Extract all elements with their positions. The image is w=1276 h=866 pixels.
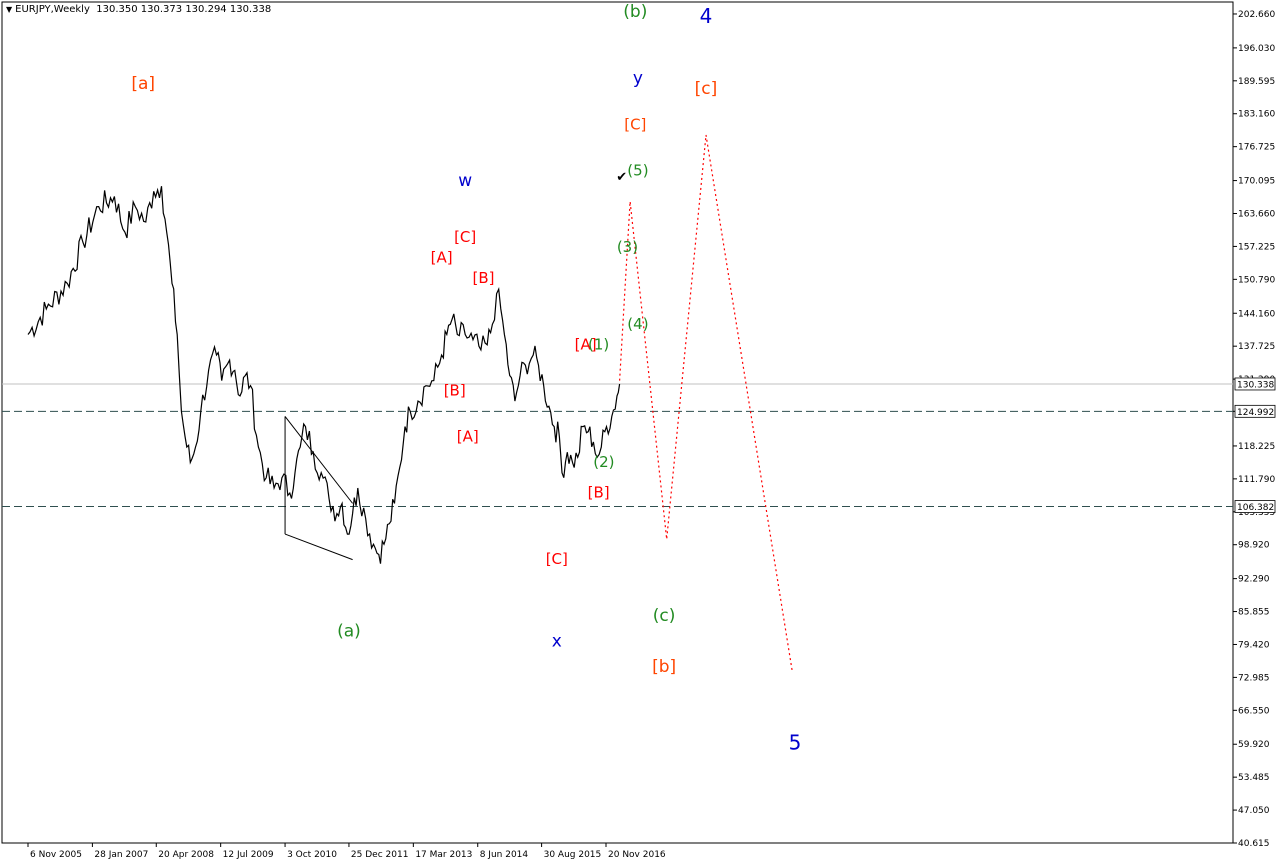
wave-label: [B] [472,269,494,287]
y-tick-label: 163.660 [1238,209,1275,219]
wave-label: (b) [623,2,647,22]
y-tick-label: 196.030 [1238,44,1275,54]
checkmark-icon: ✔ [616,170,627,185]
y-tick-label: 53.485 [1238,773,1270,783]
y-tick-label: 176.725 [1238,143,1275,153]
wave-label: 5 [789,730,802,754]
y-tick-label: 157.225 [1238,242,1275,252]
wave-label: [b] [652,657,676,677]
x-tick-label: 20 Apr 2008 [158,850,214,860]
x-tick-label: 20 Nov 2016 [608,850,666,860]
y-tick-label: 144.160 [1238,309,1275,319]
y-tick-label: 111.790 [1238,475,1275,485]
wave-label: [A] [457,427,479,445]
wave-label: (a) [337,621,361,641]
x-tick-label: 12 Jul 2009 [223,850,274,860]
wave-label: [A] [431,248,453,266]
y-tick-label: 98.920 [1238,541,1270,551]
y-tick-label: 189.595 [1238,77,1275,87]
x-tick-label: 25 Dec 2011 [351,850,409,860]
y-tick-label: 170.095 [1238,177,1275,187]
x-tick-label: 28 Jan 2007 [94,850,148,860]
y-tick-label: 85.855 [1238,608,1270,618]
y-tick-label: 137.725 [1238,342,1275,352]
wave-label: (5) [627,161,648,179]
y-tick-label: 40.615 [1238,839,1270,849]
chart-header: ▼ EURJPY,Weekly 130.350 130.373 130.294 1… [6,4,271,15]
x-tick-label: 17 Mar 2013 [415,850,472,860]
y-tick-label: 66.550 [1238,706,1270,716]
x-tick-label: 6 Nov 2005 [30,850,82,860]
plot-frame [1,1,1234,844]
y-tick-label: 79.420 [1238,640,1270,650]
y-tick-label: 72.985 [1238,673,1270,683]
ohlc-values: 130.350 130.373 130.294 130.338 [96,4,272,15]
y-tick-label: 59.920 [1238,740,1270,750]
wave-label: x [552,632,562,652]
wave-label: [a] [131,74,155,94]
wave-label: (c) [653,606,676,626]
wave-label: (3) [617,238,638,256]
y-tick-label: 150.790 [1238,275,1275,285]
wave-label: (4) [627,315,648,333]
wave-label: [C] [546,550,568,568]
y-tick-label: 47.050 [1238,806,1270,816]
x-tick-label: 3 Oct 2010 [287,850,337,860]
wave-label: [C] [454,228,476,246]
wave-label: y [633,69,643,89]
wave-label: (1) [588,335,609,353]
y-tick-label: 183.160 [1238,110,1275,120]
price-chart[interactable]: 202.660 196.030 189.595 183.160 176.725 170.0… [0,0,1276,866]
symbol-label: EURJPY,Weekly [15,4,90,15]
level-price-tag: 124.992 [1237,408,1274,418]
wave-label: [C] [624,115,646,133]
y-tick-label: 202.660 [1238,10,1275,20]
wave-label: w [458,171,472,191]
y-tick-label: 118.225 [1238,442,1275,452]
level-price-tag: 106.382 [1237,503,1274,513]
wave-label: [c] [695,79,718,99]
y-tick-label: 92.290 [1238,575,1270,585]
wave-label: (2) [593,453,614,471]
x-tick-label: 8 Jun 2014 [480,850,529,860]
x-tick-label: 30 Aug 2015 [544,850,602,860]
wave-label: [B] [444,381,466,399]
wave-label: 4 [700,4,713,28]
triangle-down-icon[interactable]: ▼ [6,5,12,14]
wave-label: [B] [588,484,610,502]
current-price-tag: 130.338 [1237,380,1274,390]
